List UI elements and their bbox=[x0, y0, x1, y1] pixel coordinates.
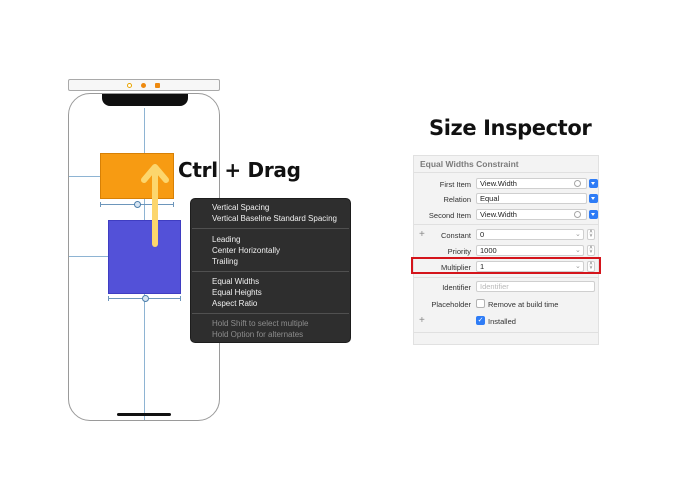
view-controller-icon[interactable] bbox=[127, 83, 132, 88]
divider bbox=[414, 224, 598, 225]
exit-icon[interactable] bbox=[155, 83, 160, 88]
second-item-field[interactable]: View.Width bbox=[476, 209, 587, 220]
remove-at-build-time-checkbox[interactable] bbox=[476, 299, 485, 308]
constant-label: Constant bbox=[440, 231, 471, 240]
add-variation-icon[interactable]: + bbox=[419, 316, 425, 326]
second-item-value: View.Width bbox=[480, 210, 517, 219]
multiplier-highlight-box bbox=[411, 257, 601, 274]
home-indicator bbox=[117, 413, 171, 416]
menu-hint-shift: Hold Shift to select multiple bbox=[212, 319, 309, 328]
menu-item-vertical-spacing[interactable]: Vertical Spacing bbox=[212, 202, 269, 213]
constant-value: 0 bbox=[480, 230, 485, 239]
blue-width-constraint[interactable] bbox=[108, 295, 181, 302]
constant-stepper[interactable]: ˄ ˅ bbox=[587, 229, 595, 240]
menu-divider bbox=[192, 228, 349, 229]
scene-dock-bar bbox=[68, 79, 220, 91]
menu-hint-option: Hold Option for alternates bbox=[212, 330, 304, 339]
identifier-field[interactable]: Identifier bbox=[476, 281, 595, 292]
size-inspector-title: Size Inspector bbox=[429, 116, 592, 140]
ctrl-drag-label: Ctrl + Drag bbox=[178, 158, 301, 182]
guide-orange-left bbox=[69, 176, 100, 177]
installed-label: Installed bbox=[488, 317, 516, 326]
detail-circle-icon[interactable] bbox=[574, 180, 581, 187]
placeholder-label: Placeholder bbox=[431, 300, 471, 309]
priority-label: Priority bbox=[447, 247, 471, 256]
relation-popup-icon[interactable] bbox=[589, 194, 598, 203]
menu-item-trailing[interactable]: Trailing bbox=[212, 256, 238, 267]
first-item-field[interactable]: View.Width bbox=[476, 178, 587, 189]
priority-field[interactable]: 1000 ⌄ bbox=[476, 245, 584, 256]
identifier-label: Identifier bbox=[442, 283, 471, 292]
add-variation-icon[interactable]: + bbox=[419, 230, 425, 240]
constraint-header: Equal Widths Constraint bbox=[420, 159, 519, 169]
detail-circle-icon[interactable] bbox=[574, 211, 581, 218]
divider bbox=[414, 277, 598, 278]
priority-stepper[interactable]: ˄ ˅ bbox=[587, 245, 595, 256]
chevron-down-icon[interactable]: ⌄ bbox=[575, 230, 581, 239]
first-responder-icon[interactable] bbox=[141, 83, 146, 88]
priority-value: 1000 bbox=[480, 246, 497, 255]
constant-field[interactable]: 0 ⌄ bbox=[476, 229, 584, 240]
chevron-down-icon[interactable]: ⌄ bbox=[575, 246, 581, 255]
menu-item-equal-widths[interactable]: Equal Widths bbox=[212, 276, 259, 287]
first-item-popup-icon[interactable] bbox=[589, 179, 598, 188]
phone-notch bbox=[102, 94, 188, 106]
size-inspector-panel: Equal Widths Constraint First Item View.… bbox=[413, 155, 599, 345]
menu-item-aspect-ratio[interactable]: Aspect Ratio bbox=[212, 298, 257, 309]
menu-item-equal-heights[interactable]: Equal Heights bbox=[212, 287, 262, 298]
remove-at-build-time-label: Remove at build time bbox=[488, 300, 559, 309]
relation-label: Relation bbox=[443, 195, 471, 204]
guide-blue-left bbox=[69, 256, 108, 257]
second-item-popup-icon[interactable] bbox=[589, 210, 598, 219]
constraint-context-menu: Vertical Spacing Vertical Baseline Stand… bbox=[190, 198, 351, 343]
constraint-handle[interactable] bbox=[141, 295, 149, 302]
second-item-label: Second Item bbox=[428, 211, 471, 220]
menu-item-vertical-baseline-spacing[interactable]: Vertical Baseline Standard Spacing bbox=[212, 213, 337, 224]
menu-divider bbox=[192, 313, 349, 314]
identifier-placeholder: Identifier bbox=[480, 282, 509, 291]
first-item-value: View.Width bbox=[480, 179, 517, 188]
installed-checkbox[interactable]: ✓ bbox=[476, 316, 485, 325]
relation-value: Equal bbox=[480, 194, 500, 203]
relation-select[interactable]: Equal bbox=[476, 193, 587, 204]
divider bbox=[414, 332, 598, 333]
menu-item-center-horizontally[interactable]: Center Horizontally bbox=[212, 245, 280, 256]
drag-arrow-icon bbox=[141, 164, 169, 247]
divider bbox=[414, 172, 598, 173]
menu-item-leading[interactable]: Leading bbox=[212, 234, 240, 245]
menu-divider bbox=[192, 271, 349, 272]
first-item-label: First Item bbox=[439, 180, 471, 189]
